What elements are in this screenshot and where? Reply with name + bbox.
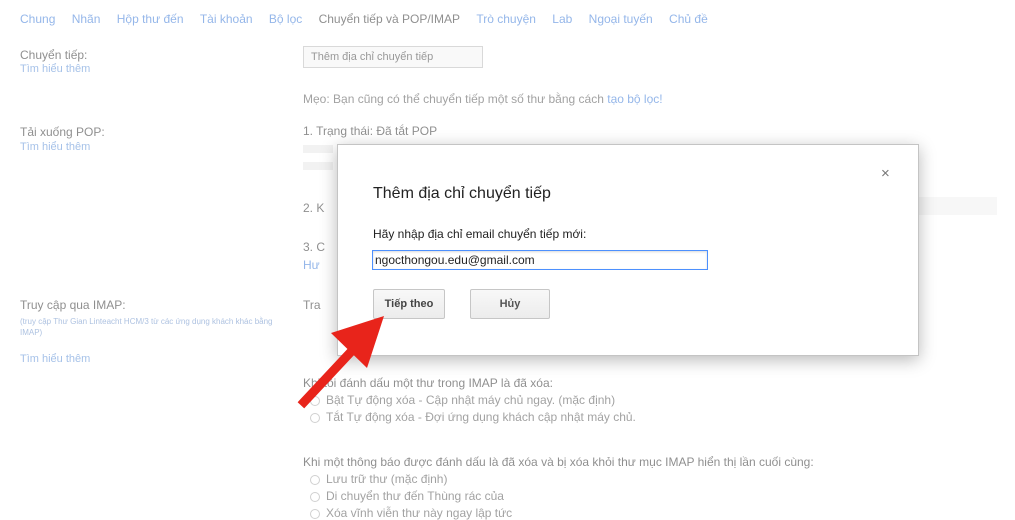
forwarding-learn-more-link[interactable]: Tìm hiểu thêm xyxy=(20,63,90,75)
imap-deleted-option-1[interactable]: Bật Tự động xóa - Cập nhật máy chủ ngay.… xyxy=(310,393,615,407)
dialog-title: Thêm địa chỉ chuyển tiếp xyxy=(373,185,551,202)
settings-tabs: Chung Nhãn Hộp thư đến Tài khoản Bộ lọc … xyxy=(20,12,721,26)
radio-button[interactable] xyxy=(310,491,320,502)
imap-expunge-option-1-label: Lưu trữ thư (mặc định) xyxy=(326,472,448,486)
radio-button[interactable] xyxy=(310,474,320,485)
imap-expunge-option-1[interactable]: Lưu trữ thư (mặc định) xyxy=(310,472,447,486)
pop-step-3: 3. C xyxy=(303,240,326,254)
tab-themes[interactable]: Chủ đề xyxy=(669,12,708,26)
pop-option-line xyxy=(303,162,333,170)
imap-deleted-option-2[interactable]: Tắt Tự động xóa - Đợi ứng dụng khách cập… xyxy=(310,410,636,424)
radio-button[interactable] xyxy=(310,508,320,519)
tab-labs[interactable]: Lab xyxy=(552,12,572,26)
forwarding-tip-text: Mẹo: Bạn cũng có thể chuyển tiếp một số … xyxy=(303,92,604,106)
pop-learn-more-link[interactable]: Tìm hiểu thêm xyxy=(20,141,90,153)
forwarding-label: Chuyển tiếp: xyxy=(20,48,88,62)
tab-filters[interactable]: Bộ lọc xyxy=(269,12,302,26)
pop-step-3-link[interactable]: Hư xyxy=(303,258,320,272)
imap-expunge-option-3-label: Xóa vĩnh viễn thư này ngay lập tức xyxy=(326,506,513,520)
next-button[interactable]: Tiếp theo xyxy=(373,289,445,319)
pop-option-line xyxy=(303,145,333,153)
forwarding-tip: Mẹo: Bạn cũng có thể chuyển tiếp một số … xyxy=(303,92,663,106)
cancel-button[interactable]: Hủy xyxy=(470,289,550,319)
tab-general[interactable]: Chung xyxy=(20,12,55,26)
imap-deleted-option-1-label: Bật Tự động xóa - Cập nhật máy chủ ngay.… xyxy=(326,393,616,407)
tab-offline[interactable]: Ngoại tuyến xyxy=(589,12,653,26)
imap-expunge-option-3[interactable]: Xóa vĩnh viễn thư này ngay lập tức xyxy=(310,506,512,520)
imap-expunge-option-2[interactable]: Di chuyển thư đến Thùng rác của xyxy=(310,489,504,503)
add-forwarding-address-dialog: × Thêm địa chỉ chuyển tiếp Hãy nhập địa … xyxy=(337,144,919,356)
imap-deleted-heading: Khi tôi đánh dấu một thư trong IMAP là đ… xyxy=(303,376,553,390)
forwarding-email-input[interactable] xyxy=(372,250,708,270)
add-forwarding-address-button[interactable]: Thêm địa chỉ chuyển tiếp xyxy=(303,46,483,68)
imap-expunge-option-2-label: Di chuyển thư đến Thùng rác của xyxy=(326,489,504,503)
pop-label: Tải xuống POP: xyxy=(20,125,105,139)
pop-step-2: 2. K xyxy=(303,201,325,215)
imap-description: (truy cập Thư Gian Linteacht HCM/3 từ cá… xyxy=(20,317,273,337)
imap-status: Tra xyxy=(303,298,321,312)
imap-label: Truy cập qua IMAP: xyxy=(20,298,126,312)
create-filter-link[interactable]: tạo bộ lọc! xyxy=(607,92,662,106)
tab-accounts[interactable]: Tài khoản xyxy=(200,12,253,26)
pop-select[interactable] xyxy=(917,197,997,215)
tab-chat[interactable]: Trò chuyện xyxy=(476,12,536,26)
imap-expunge-heading: Khi một thông báo được đánh dấu là đã xó… xyxy=(303,455,814,469)
tab-inbox[interactable]: Hộp thư đến xyxy=(117,12,184,26)
dialog-prompt: Hãy nhập địa chỉ email chuyển tiếp mới: xyxy=(373,227,587,241)
radio-button[interactable] xyxy=(310,412,320,423)
close-icon[interactable]: × xyxy=(881,165,890,182)
imap-learn-more-link[interactable]: Tìm hiểu thêm xyxy=(20,353,90,365)
pop-status: 1. Trạng thái: Đã tắt POP xyxy=(303,124,438,138)
tab-labels[interactable]: Nhãn xyxy=(72,12,101,26)
imap-deleted-option-2-label: Tắt Tự động xóa - Đợi ứng dụng khách cập… xyxy=(326,410,636,424)
radio-button[interactable] xyxy=(310,395,320,406)
tab-forwarding-pop-imap[interactable]: Chuyển tiếp và POP/IMAP xyxy=(319,12,460,26)
